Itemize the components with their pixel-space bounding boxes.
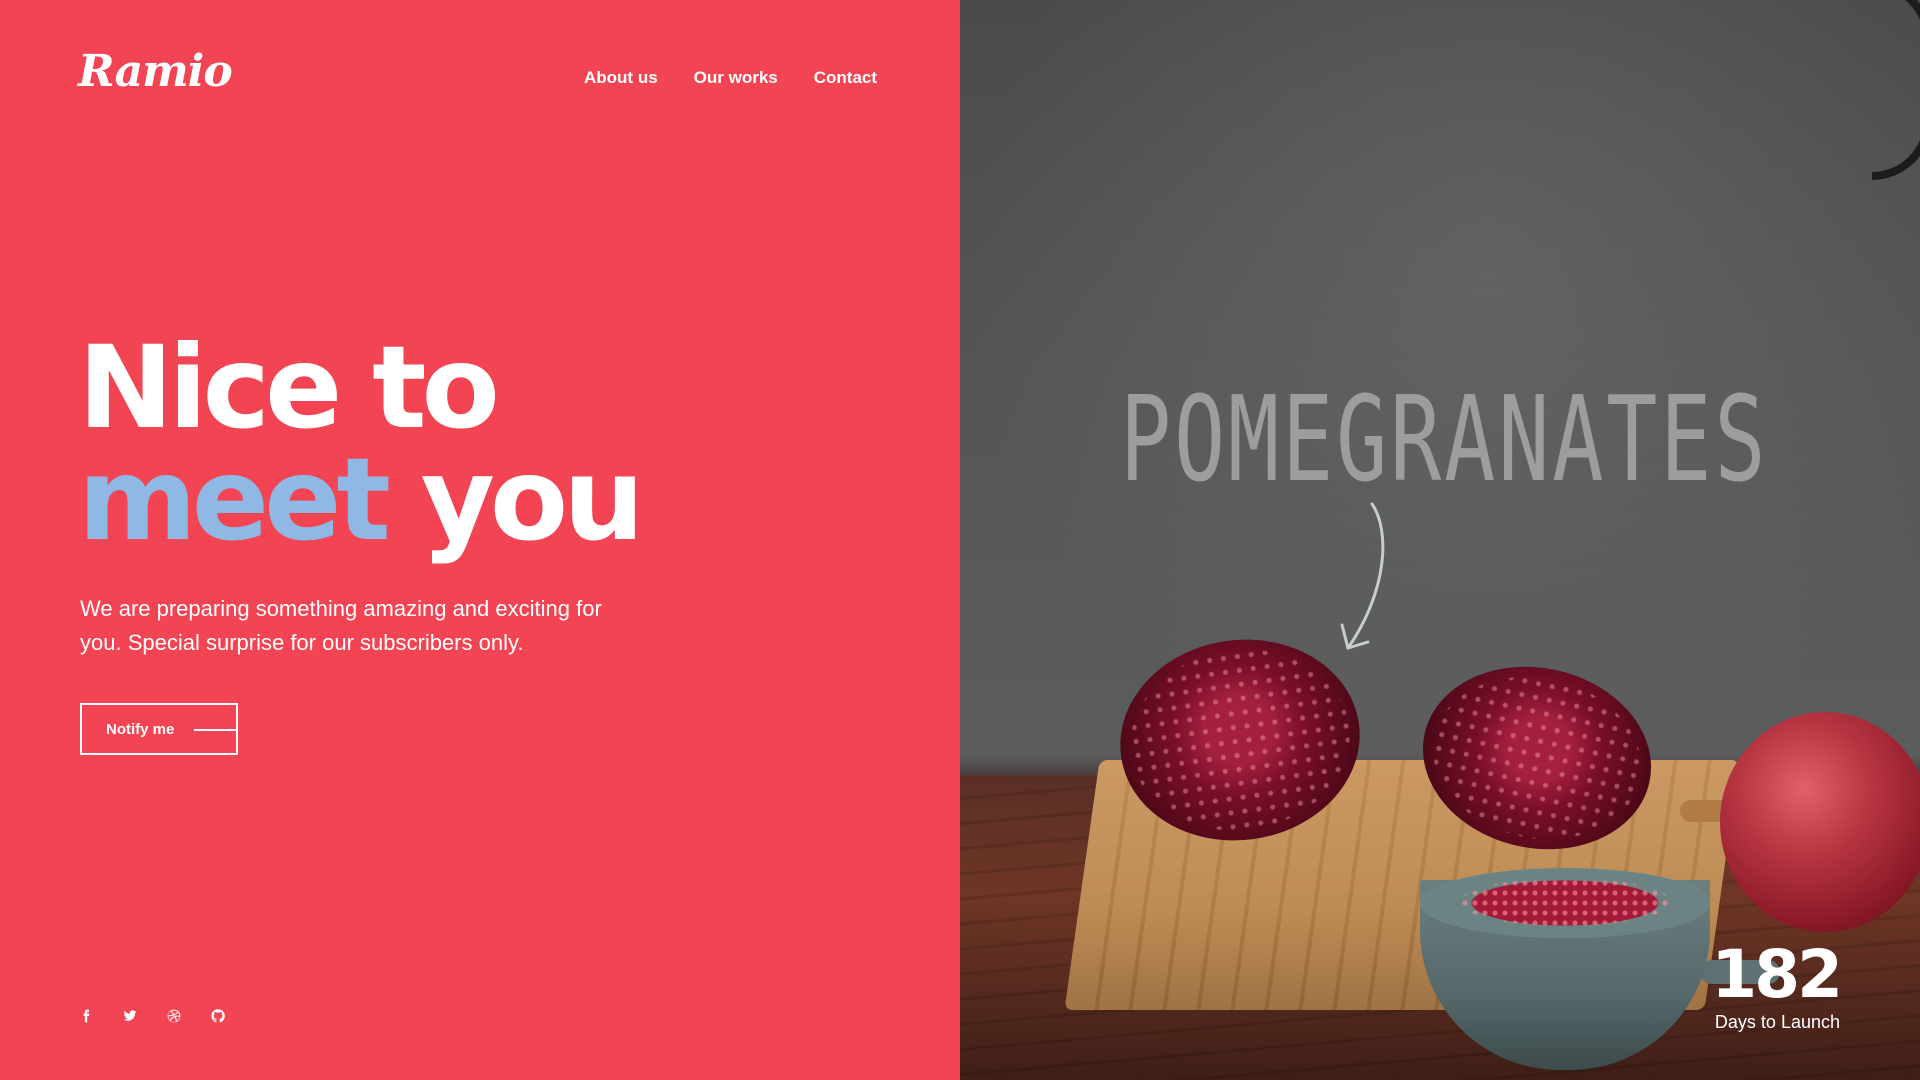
left-panel: Ramio About us Our works Contact Nice to…	[0, 0, 960, 1080]
twitter-icon[interactable]	[122, 1008, 138, 1024]
whole-pomegranate	[1720, 712, 1920, 932]
notify-me-label: Notify me	[106, 720, 175, 738]
nav-about-us[interactable]: About us	[584, 68, 658, 88]
hero-subtext: We are preparing something amazing and e…	[80, 596, 602, 655]
main-nav: About us Our works Contact	[584, 68, 877, 88]
bowl-seeds	[1420, 868, 1710, 938]
hanging-rod	[1872, 0, 1920, 180]
countdown: 182 Days to Launch	[1711, 936, 1843, 1033]
dribbble-icon[interactable]	[166, 1008, 182, 1024]
hero-headline: Nice to meet you	[78, 331, 644, 557]
notify-me-button[interactable]: Notify me	[80, 703, 238, 755]
chalk-arrow-icon	[1330, 500, 1410, 670]
facebook-icon[interactable]	[78, 1008, 94, 1024]
headline-accent-word: meet	[78, 433, 391, 566]
headline-line2: you	[420, 433, 645, 566]
github-icon[interactable]	[210, 1008, 226, 1024]
hero-image: POMEGRANATES 182 Days to Launch	[960, 0, 1920, 1080]
nav-our-works[interactable]: Our works	[694, 68, 778, 88]
nav-contact[interactable]: Contact	[814, 68, 877, 88]
arrow-line-icon	[194, 729, 236, 731]
brand-logo[interactable]: Ramio	[78, 46, 233, 97]
countdown-label: Days to Launch	[1714, 1012, 1840, 1032]
wall-text: POMEGRANATES	[1120, 370, 1769, 508]
countdown-value: 182	[1711, 936, 1843, 1013]
social-links	[78, 1008, 226, 1024]
